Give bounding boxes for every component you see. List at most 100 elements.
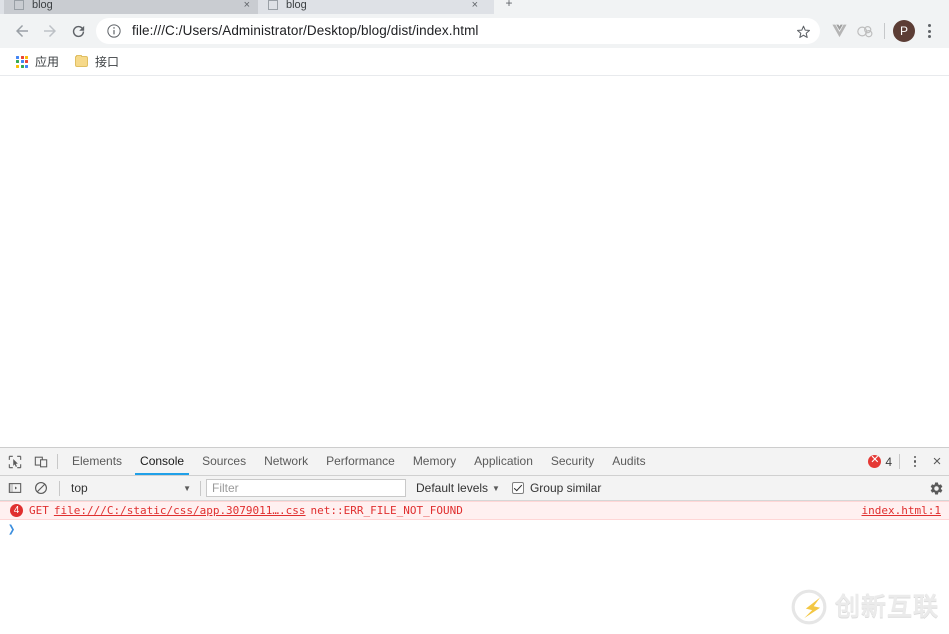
watermark-text: 创新互联 [834, 592, 939, 621]
chevron-down-icon: ▼ [492, 483, 500, 493]
execution-context-value: top [71, 481, 88, 495]
request-url-link[interactable]: file:///C:/static/css/app.3079011….css [54, 504, 306, 517]
tab-security[interactable]: Security [542, 448, 603, 475]
sidebar-panel-icon [8, 483, 22, 493]
group-similar-toggle[interactable]: Group similar [511, 481, 602, 495]
console-input-row[interactable]: ❯ [0, 520, 949, 538]
tab-favicon [268, 0, 278, 10]
tab-title: blog [32, 0, 53, 11]
back-button[interactable] [8, 17, 36, 45]
tab-elements[interactable]: Elements [63, 448, 131, 475]
menu-dot-icon [913, 464, 917, 468]
error-count-value: 4 [885, 454, 892, 469]
devtools-close-button[interactable]: × [925, 449, 949, 475]
chevron-down-icon: ▼ [183, 483, 191, 493]
device-toolbar-button[interactable] [28, 449, 54, 475]
clear-circle-slash-icon [35, 482, 47, 494]
tab-close-icon[interactable]: × [472, 0, 478, 11]
clear-console-button[interactable] [28, 475, 54, 501]
reload-button[interactable] [64, 17, 92, 45]
gear-icon [930, 482, 942, 494]
console-messages: 4 GET file:///C:/static/css/app.3079011…… [0, 501, 949, 634]
devtools-tabbar: Elements Console Sources Network Perform… [0, 448, 949, 476]
error-x-glyph: ✕ [870, 454, 880, 466]
menu-dot-icon [913, 460, 917, 463]
url-text: file:///C:/Users/Administrator/Desktop/b… [132, 23, 479, 38]
tab-memory[interactable]: Memory [404, 448, 465, 475]
menu-dot-icon [927, 29, 931, 33]
bookmarks-bar: 应用 接口 [0, 48, 949, 76]
arrow-right-icon [44, 25, 56, 37]
tab-performance[interactable]: Performance [317, 448, 404, 475]
device-toggle-icon [34, 456, 48, 467]
bookmark-apps[interactable]: 应用 [10, 51, 65, 73]
menu-dot-icon [927, 24, 931, 27]
browser-tab-1[interactable]: blog × [4, 0, 258, 14]
vue-logo-icon [831, 24, 847, 38]
execution-context-select[interactable]: top ▼ [65, 479, 195, 498]
browser-toolbar: file:///C:/Users/Administrator/Desktop/b… [0, 14, 949, 48]
source-link[interactable]: index.html:1 [862, 504, 949, 517]
bookmark-star-button[interactable] [790, 18, 816, 44]
inspect-cursor-icon [8, 455, 22, 468]
console-filter-bar: top ▼ Filter Default levels ▼ Group simi… [0, 476, 949, 501]
console-sidebar-toggle-button[interactable] [2, 475, 28, 501]
bookmark-label: 接口 [95, 55, 120, 69]
console-filter-input[interactable]: Filter [206, 479, 406, 497]
bookmark-folder-interface[interactable]: 接口 [69, 51, 125, 73]
tab-sources[interactable]: Sources [193, 448, 255, 475]
watermark: 创新互联 [790, 588, 939, 626]
devtools-divider [899, 454, 900, 469]
profile-avatar[interactable]: P [893, 20, 915, 42]
info-circle-icon[interactable] [106, 23, 122, 39]
group-similar-checkbox[interactable] [511, 482, 524, 494]
log-levels-select[interactable]: Default levels ▼ [416, 481, 500, 495]
tab-network[interactable]: Network [255, 448, 317, 475]
group-similar-label: Group similar [529, 481, 602, 495]
tab-strip-empty-area [524, 0, 949, 14]
chrome-menu-button[interactable] [917, 17, 941, 45]
tab-audits[interactable]: Audits [603, 448, 654, 475]
console-error-row[interactable]: 4 GET file:///C:/static/css/app.3079011…… [0, 501, 949, 520]
menu-dot-icon [927, 35, 931, 38]
error-count-indicator[interactable]: ✕ 4 [868, 454, 896, 469]
error-circle-icon: ✕ [868, 454, 882, 468]
page-viewport [0, 76, 949, 447]
filter-placeholder: Filter [212, 481, 239, 495]
menu-dot-icon [913, 455, 917, 459]
request-method: GET [29, 504, 49, 517]
bookmark-label: 应用 [35, 55, 60, 69]
extension-button[interactable] [852, 17, 878, 45]
tab-console[interactable]: Console [131, 448, 193, 475]
tab-application[interactable]: Application [465, 448, 542, 475]
apps-grid-icon [16, 55, 28, 68]
new-tab-button[interactable]: + [494, 0, 524, 14]
filterbar-divider [200, 480, 201, 496]
tab-close-icon[interactable]: × [244, 0, 250, 11]
devtools-divider [57, 454, 58, 469]
tab-title: blog [286, 0, 307, 11]
inspect-element-button[interactable] [2, 449, 28, 475]
tab-favicon [14, 0, 24, 10]
forward-button[interactable] [36, 17, 64, 45]
browser-tab-2[interactable]: blog × [258, 0, 486, 14]
filterbar-divider [59, 480, 60, 496]
console-settings-button[interactable] [923, 476, 949, 500]
vue-devtools-extension-button[interactable] [826, 17, 852, 45]
tab-strip: blog × blog × + [0, 0, 949, 14]
devtools-panel: Elements Console Sources Network Perform… [0, 447, 949, 634]
chuangxin-hulian-logo-icon [791, 589, 827, 625]
log-levels-value: Default levels [416, 481, 489, 495]
folder-icon [75, 55, 89, 67]
arrow-left-icon [16, 25, 28, 37]
rings-icon [856, 25, 872, 37]
reload-icon [72, 25, 84, 37]
star-icon [796, 25, 810, 38]
prompt-caret-icon: ❯ [8, 520, 16, 538]
toolbar-divider [884, 23, 885, 39]
browser-window: blog × blog × + file:///C:/Users/Adminis… [0, 0, 949, 634]
error-code-text: net::ERR_FILE_NOT_FOUND [310, 504, 463, 517]
error-count-badge: 4 [10, 504, 23, 517]
address-bar[interactable]: file:///C:/Users/Administrator/Desktop/b… [96, 18, 820, 44]
devtools-more-button[interactable] [905, 449, 925, 475]
